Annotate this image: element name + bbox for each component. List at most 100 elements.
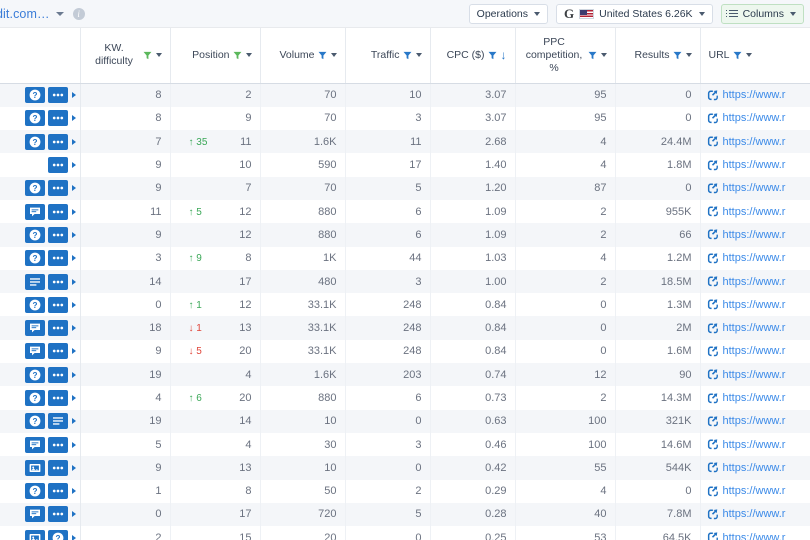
- table-row[interactable]: ? 2 15 20 0 0.25 53 64.5K https://www.r: [0, 526, 810, 540]
- cell-url[interactable]: https://www.r: [700, 130, 810, 154]
- info-icon[interactable]: i: [72, 7, 85, 20]
- row-actions-cell[interactable]: [0, 153, 81, 177]
- row-question-icon[interactable]: ?: [24, 366, 45, 383]
- expand-row-icon[interactable]: [71, 325, 76, 332]
- expand-row-icon[interactable]: [71, 395, 76, 401]
- chevron-down-icon[interactable]: [415, 53, 422, 58]
- column-header-volume[interactable]: Volume: [260, 28, 346, 84]
- external-link-icon[interactable]: [707, 346, 718, 357]
- row-chat-icon[interactable]: [24, 436, 45, 453]
- expand-row-icon[interactable]: [71, 208, 76, 215]
- filter-icon[interactable]: [673, 51, 682, 60]
- row-lines-icon[interactable]: [47, 413, 68, 430]
- row-image-icon[interactable]: [24, 459, 45, 476]
- cell-url[interactable]: https://www.r: [700, 409, 810, 433]
- cell-url[interactable]: https://www.r: [700, 223, 810, 247]
- external-link-icon[interactable]: [707, 159, 718, 171]
- url-link[interactable]: https://www.r: [723, 322, 786, 334]
- expand-row-icon[interactable]: [71, 231, 76, 238]
- row-question-icon[interactable]: ?: [24, 110, 45, 127]
- row-ellipsis-icon[interactable]: [47, 296, 68, 313]
- row-actions-cell[interactable]: ?: [0, 386, 81, 410]
- cell-url[interactable]: https://www.r: [700, 106, 810, 131]
- external-link-icon[interactable]: [707, 439, 718, 450]
- row-ellipsis-icon[interactable]: [47, 250, 68, 267]
- operations-button[interactable]: Operations: [468, 3, 549, 24]
- url-link[interactable]: https://www.r: [723, 462, 786, 474]
- sort-descending-icon[interactable]: ↓: [501, 49, 507, 61]
- external-link-icon[interactable]: [707, 392, 718, 404]
- row-ellipsis-icon[interactable]: [47, 133, 68, 150]
- column-header-position[interactable]: Position: [170, 28, 261, 84]
- cell-url[interactable]: https://www.r: [700, 83, 810, 107]
- external-link-icon[interactable]: [707, 322, 718, 334]
- row-actions-cell[interactable]: ?: [0, 409, 81, 433]
- filter-icon[interactable]: [588, 51, 597, 60]
- expand-row-icon[interactable]: [71, 278, 76, 285]
- cell-url[interactable]: https://www.r: [700, 246, 810, 270]
- chevron-down-icon[interactable]: [685, 53, 692, 58]
- expand-row-icon[interactable]: [71, 162, 76, 169]
- url-link[interactable]: https://www.r: [723, 369, 786, 381]
- row-ellipsis-icon[interactable]: [47, 110, 68, 127]
- table-row[interactable]: ? 1 8 50 2 0.29 4 0 https://www.r: [0, 479, 810, 503]
- url-link[interactable]: https://www.r: [723, 136, 786, 148]
- cell-url[interactable]: https://www.r: [700, 386, 810, 410]
- row-actions-cell[interactable]: ?: [0, 176, 81, 200]
- cell-url[interactable]: https://www.r: [700, 199, 810, 224]
- expand-row-icon[interactable]: [71, 138, 76, 145]
- column-header-results[interactable]: Results: [615, 28, 701, 84]
- table-row[interactable]: ? 3 ↑ 9 8 1K 44 1.03 4 1.2M https://www.r: [0, 246, 810, 270]
- external-link-icon[interactable]: [707, 183, 718, 194]
- row-ellipsis-icon[interactable]: [47, 87, 68, 104]
- row-chat-icon[interactable]: [24, 506, 45, 523]
- row-actions-cell[interactable]: [0, 199, 81, 224]
- row-actions-cell[interactable]: ?: [0, 526, 81, 540]
- cell-url[interactable]: https://www.r: [700, 176, 810, 200]
- row-actions-cell[interactable]: ?: [0, 246, 81, 270]
- domain-selector-label[interactable]: dit.com…: [0, 7, 50, 21]
- row-actions-cell[interactable]: ?: [0, 223, 81, 247]
- row-ellipsis-icon[interactable]: [47, 320, 68, 337]
- table-row[interactable]: ? 19 14 10 0 0.63 100 321K https://www.r: [0, 409, 810, 433]
- url-link[interactable]: https://www.r: [723, 485, 786, 497]
- external-link-icon[interactable]: [707, 113, 718, 124]
- row-ellipsis-icon[interactable]: [47, 203, 68, 220]
- table-row[interactable]: 0 17 720 5 0.28 40 7.8M https://www.r: [0, 502, 810, 527]
- table-row[interactable]: ? 7 ↑ 35 11 1.6K 11 2.68 4 24.4M https://www.r: [0, 130, 810, 154]
- cell-url[interactable]: https://www.r: [700, 339, 810, 364]
- filter-icon[interactable]: [488, 51, 497, 60]
- column-header-url[interactable]: URL: [700, 28, 810, 84]
- filter-icon[interactable]: [318, 51, 327, 60]
- url-link[interactable]: https://www.r: [723, 345, 786, 357]
- row-actions-cell[interactable]: [0, 269, 81, 294]
- expand-row-icon[interactable]: [71, 418, 76, 425]
- cell-url[interactable]: https://www.r: [700, 456, 810, 480]
- chevron-down-icon[interactable]: [330, 53, 337, 58]
- row-ellipsis-icon[interactable]: [47, 343, 68, 360]
- filter-icon[interactable]: [233, 51, 242, 60]
- column-header-kw_difficulty[interactable]: KW. difficulty: [80, 28, 171, 84]
- row-question-icon[interactable]: ?: [24, 413, 45, 430]
- row-question-icon[interactable]: ?: [24, 483, 45, 500]
- cell-url[interactable]: https://www.r: [700, 293, 810, 317]
- url-link[interactable]: https://www.r: [723, 276, 786, 288]
- table-row[interactable]: ? 4 ↑ 6 20 880 6 0.73 2 14.3M https://www.r: [0, 386, 810, 410]
- expand-row-icon[interactable]: [71, 115, 76, 122]
- row-ellipsis-icon[interactable]: [47, 506, 68, 523]
- external-link-icon[interactable]: [707, 206, 718, 217]
- cell-url[interactable]: https://www.r: [700, 316, 810, 340]
- url-link[interactable]: https://www.r: [723, 532, 786, 540]
- row-chat-icon[interactable]: [24, 203, 45, 220]
- columns-button[interactable]: Columns: [720, 3, 804, 24]
- row-actions-cell[interactable]: [0, 339, 81, 364]
- search-engine-country-button[interactable]: G United States 6.26K: [556, 3, 713, 24]
- url-link[interactable]: https://www.r: [723, 206, 786, 218]
- external-link-icon[interactable]: [707, 509, 718, 520]
- row-actions-cell[interactable]: ?: [0, 293, 81, 317]
- row-question-icon[interactable]: ?: [24, 296, 45, 313]
- table-row[interactable]: 9 13 10 0 0.42 55 544K https://www.r: [0, 456, 810, 480]
- expand-row-icon[interactable]: [71, 488, 76, 495]
- external-link-icon[interactable]: [707, 229, 718, 240]
- row-question-icon[interactable]: ?: [24, 180, 45, 197]
